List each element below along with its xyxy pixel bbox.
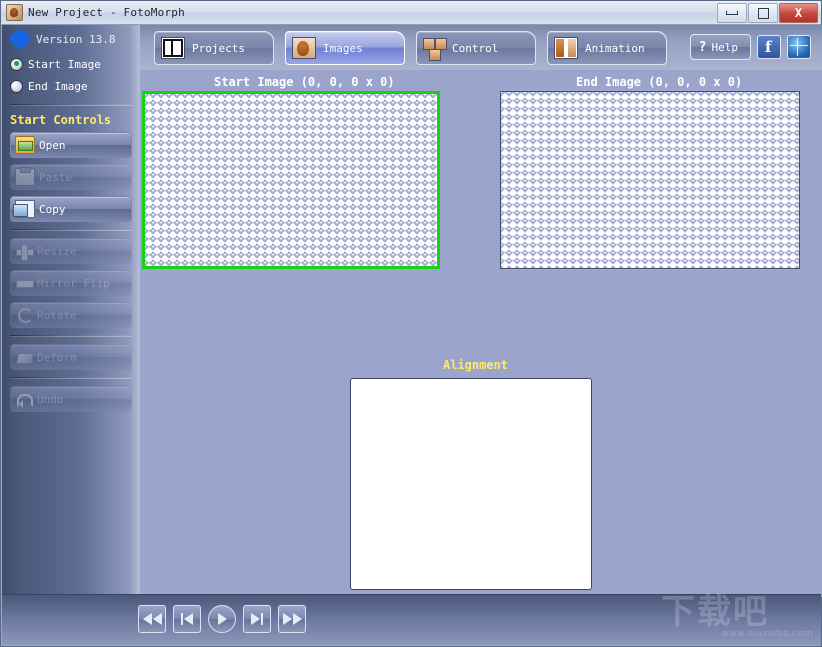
rotate-icon xyxy=(15,307,33,323)
last-frame-button[interactable] xyxy=(278,605,306,633)
globe-icon[interactable] xyxy=(787,35,811,59)
undo-button[interactable]: Undo xyxy=(10,386,132,412)
tab-bar: Projects Images Control Animation ? Help… xyxy=(140,25,822,70)
resize-button-label: Resize xyxy=(37,244,77,258)
divider xyxy=(10,335,132,337)
radio-start-image-label: Start Image xyxy=(28,57,101,71)
paste-icon xyxy=(15,167,35,186)
tab-images[interactable]: Images xyxy=(285,31,405,65)
toolbar-right: ? Help f xyxy=(689,34,811,60)
help-button[interactable]: ? Help xyxy=(689,34,751,60)
question-mark-icon: ? xyxy=(698,39,707,55)
site-watermark: 下载吧 www.xiazaiba.com xyxy=(661,595,813,643)
paste-button-label: Paste xyxy=(39,170,73,184)
open-button-label: Open xyxy=(39,138,66,152)
animation-icon xyxy=(554,37,578,59)
restore-button[interactable] xyxy=(748,3,778,23)
undo-button-label: Undo xyxy=(37,392,64,406)
rotate-button-label: Rotate xyxy=(37,308,77,322)
end-image-canvas[interactable] xyxy=(500,91,800,269)
deform-button-label: Deform xyxy=(37,350,77,364)
paste-button[interactable]: Paste xyxy=(10,164,132,190)
tab-projects[interactable]: Projects xyxy=(154,31,274,65)
tab-projects-label: Projects xyxy=(192,41,245,55)
divider xyxy=(10,229,132,231)
copy-button[interactable]: Copy xyxy=(10,196,132,222)
mirror-flip-button[interactable]: Mirror Flip xyxy=(10,270,132,296)
transport-controls xyxy=(138,605,306,633)
radio-end-image-indicator xyxy=(10,79,23,93)
minimize-icon xyxy=(726,11,738,15)
alignment-label: Alignment xyxy=(443,358,509,372)
copy-button-label: Copy xyxy=(39,202,66,216)
close-icon: X xyxy=(794,6,803,20)
resize-button[interactable]: Resize xyxy=(10,238,132,264)
app-photo-icon xyxy=(6,4,23,21)
window-title: New Project - FotoMorph xyxy=(28,6,185,19)
close-button[interactable]: X xyxy=(779,3,818,23)
play-button[interactable] xyxy=(208,605,236,633)
start-controls-heading: Start Controls xyxy=(10,113,112,127)
next-frame-button[interactable] xyxy=(243,605,271,633)
tab-animation[interactable]: Animation xyxy=(547,31,667,65)
tab-control[interactable]: Control xyxy=(416,31,536,65)
start-image-canvas[interactable] xyxy=(142,91,440,269)
rotate-button[interactable]: Rotate xyxy=(10,302,132,328)
facebook-icon[interactable]: f xyxy=(757,35,781,59)
radio-start-image[interactable]: Start Image xyxy=(2,53,140,75)
workspace: Start Image (0, 0, 0 x 0) End Image (0, … xyxy=(140,70,822,597)
tab-animation-label: Animation xyxy=(585,41,645,55)
undo-icon xyxy=(15,391,33,408)
fotomorph-window: New Project - FotoMorph X Version 13.8 S… xyxy=(0,0,822,647)
restore-icon xyxy=(757,7,769,19)
radio-end-image[interactable]: End Image xyxy=(2,75,140,97)
images-face-icon xyxy=(292,37,316,59)
start-image-label: Start Image (0, 0, 0 x 0) xyxy=(214,75,395,89)
previous-frame-button[interactable] xyxy=(173,605,201,633)
version-label: Version 13.8 xyxy=(36,32,116,46)
projects-grid-icon xyxy=(161,37,185,59)
deform-button[interactable]: Deform xyxy=(10,344,132,370)
minimize-button[interactable] xyxy=(717,3,747,23)
radio-start-image-indicator xyxy=(10,57,23,71)
first-frame-button[interactable] xyxy=(138,605,166,633)
sidebar: Version 13.8 Start Image End Image Start… xyxy=(2,25,141,596)
tab-images-label: Images xyxy=(323,41,363,55)
window-controls: X xyxy=(717,3,818,23)
mirror-flip-icon xyxy=(15,275,34,291)
alignment-canvas[interactable] xyxy=(350,378,592,590)
resize-icon xyxy=(15,243,34,261)
open-folder-icon xyxy=(15,136,35,154)
control-nodes-icon xyxy=(423,38,447,61)
end-image-label: End Image (0, 0, 0 x 0) xyxy=(576,75,743,89)
radio-end-image-label: End Image xyxy=(28,79,88,93)
fotomorph-logo-icon xyxy=(10,29,30,49)
mirror-flip-button-label: Mirror Flip xyxy=(37,276,110,290)
tab-control-label: Control xyxy=(452,41,499,55)
title-bar: New Project - FotoMorph X xyxy=(1,1,821,25)
watermark-text: 下载吧 xyxy=(661,592,769,632)
divider xyxy=(10,377,132,379)
sidebar-header: Version 13.8 xyxy=(2,25,140,53)
tab-group: Projects Images Control Animation xyxy=(154,31,667,65)
divider xyxy=(10,104,132,106)
bottom-toolbar: 下载吧 www.xiazaiba.com xyxy=(2,594,821,645)
copy-icon xyxy=(13,200,35,218)
open-button[interactable]: Open xyxy=(10,132,132,158)
help-button-label: Help xyxy=(711,40,739,54)
deform-icon xyxy=(15,349,33,365)
